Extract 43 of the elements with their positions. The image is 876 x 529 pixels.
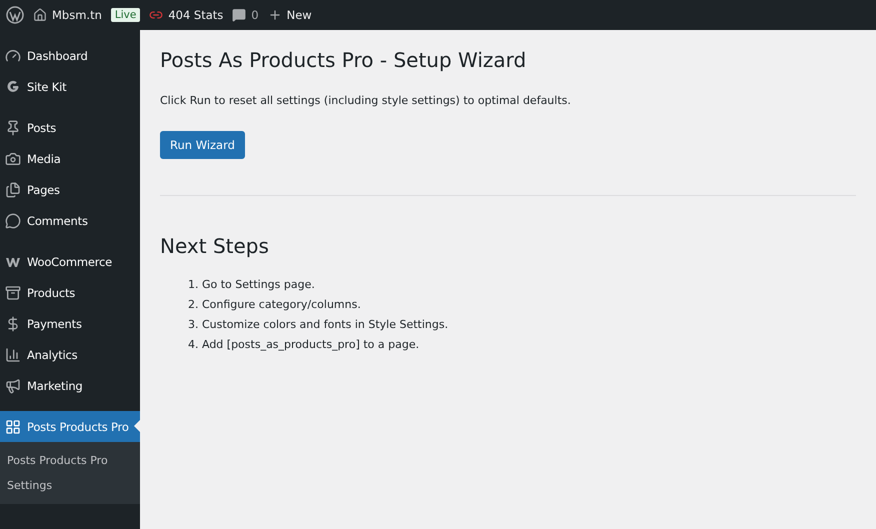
live-badge: Live [110,8,140,22]
current-pointer-icon [134,420,140,432]
menu-item[interactable]: Dashboard [0,40,140,71]
submenu-item[interactable]: Posts Products Pro [0,448,140,473]
step-text: 3. Customize colors and fonts in Style Settings. [188,318,450,331]
menu-item[interactable]: Comments [0,205,140,236]
menu-item[interactable]: Media [0,143,140,174]
menu-item[interactable]: Site Kit [0,71,140,102]
megaphone-icon [5,378,21,394]
new-link[interactable]: New [268,8,312,22]
step-text: 4. Add [posts_as_products_pro] to a page. [188,338,420,351]
gauge-icon [5,48,21,64]
pin-icon [5,120,21,136]
section-heading: Next Steps [160,234,270,258]
menu-item[interactable]: Posts Products Pro [0,411,140,442]
grid-icon [5,418,21,434]
speech-bubble-icon [232,8,246,22]
menu-item[interactable]: Pages [0,174,140,205]
pages-icon [5,182,21,198]
menu-item[interactable]: WooCommerce [0,246,140,277]
menu-item[interactable]: Payments [0,308,140,339]
submenu-item[interactable]: Settings [0,473,140,498]
run-wizard-button[interactable]: Run Wizard [160,131,245,159]
site-link[interactable]: Mbsm.tn [33,8,102,22]
speech-bubble-icon [5,212,21,228]
menu-item[interactable]: Analytics [0,339,140,370]
page-title: Posts As Products Pro - Setup Wizard [160,48,528,72]
archive-box-icon [5,284,21,300]
wordpress-logo-icon [6,6,24,24]
comment-count: 0 [251,8,259,22]
home-icon [33,8,47,22]
bar-chart-icon [5,346,21,362]
g-letter-icon [5,78,21,94]
plus-icon [268,8,282,22]
menu-item[interactable]: Products [0,277,140,308]
menu-item[interactable]: Marketing [0,370,140,401]
stats-link[interactable]: 404 Stats [149,8,224,22]
comments-link[interactable]: 0 [232,8,259,22]
description-text: Click Run to reset all settings (including style settings) to optimal defaults. [160,94,572,107]
step-text: 2. Configure category/columns. [188,298,362,311]
menu-item[interactable]: Posts [0,112,140,143]
camera-icon [5,150,21,166]
step-text: 1. Go to Settings page. [188,278,316,291]
